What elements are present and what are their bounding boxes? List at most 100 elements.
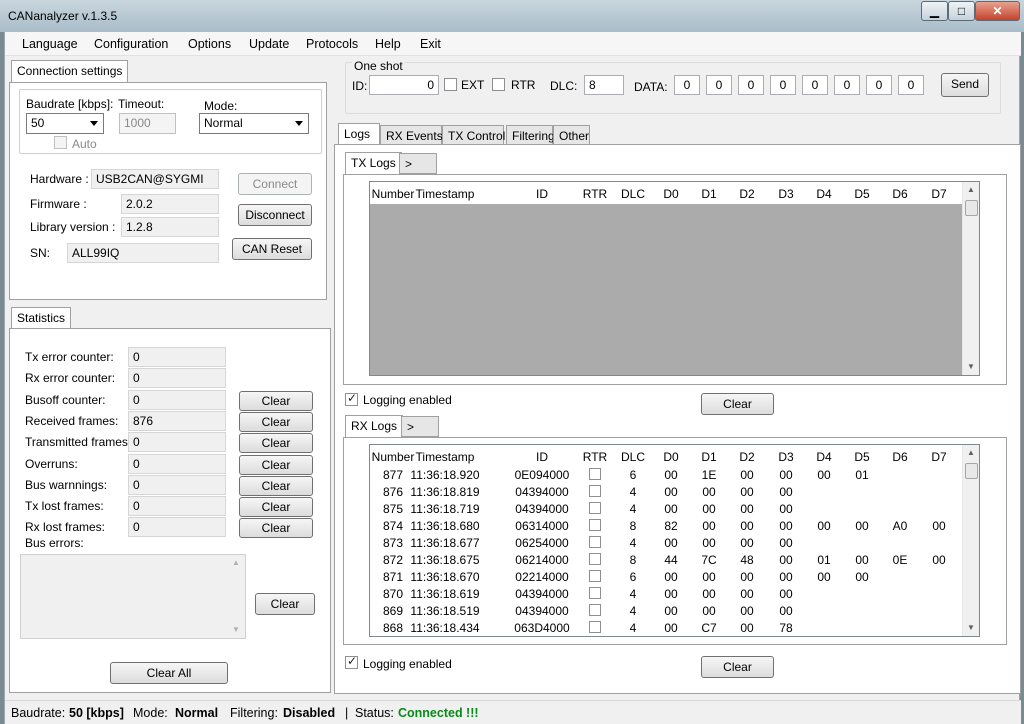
disconnect-button[interactable]: Disconnect bbox=[238, 204, 312, 226]
stat-clear-button[interactable]: Clear bbox=[239, 411, 313, 432]
close-button[interactable]: ✕ bbox=[975, 1, 1020, 21]
baudrate-value: 50 bbox=[31, 116, 45, 130]
tx-logging-checkbox[interactable] bbox=[345, 391, 358, 406]
table-row[interactable]: 869 11:36:18.519 04394000 4 00 00 00 00 bbox=[370, 603, 962, 620]
rx-logging-checkbox[interactable] bbox=[345, 654, 358, 669]
table-row[interactable]: 875 11:36:18.719 04394000 4 00 00 00 00 bbox=[370, 501, 962, 518]
id-input[interactable]: 0 bbox=[369, 75, 439, 95]
data-byte-input[interactable]: 0 bbox=[898, 75, 924, 95]
table-row[interactable]: 871 11:36:18.670 02214000 6 00 00 00 00 00 00 bbox=[370, 569, 962, 586]
stat-label: Tx error counter: bbox=[25, 350, 114, 364]
stat-value: 0 bbox=[128, 474, 226, 495]
auto-label: Auto bbox=[72, 137, 97, 151]
tab-logs[interactable]: Logs bbox=[338, 123, 380, 146]
tab-other[interactable]: Other bbox=[553, 125, 590, 146]
table-row[interactable]: 870 11:36:18.619 04394000 4 00 00 00 00 bbox=[370, 586, 962, 603]
clear-all-button[interactable]: Clear All bbox=[110, 662, 228, 684]
rx-grid-scrollbar[interactable]: ▲ ▼ bbox=[962, 445, 979, 636]
scroll-up-icon[interactable]: ▲ bbox=[963, 445, 979, 461]
tab-rx-events[interactable]: RX Events bbox=[380, 125, 443, 146]
data-byte-input[interactable]: 0 bbox=[802, 75, 828, 95]
can-reset-button[interactable]: CAN Reset bbox=[232, 238, 312, 260]
row-id: 06314000 bbox=[515, 519, 569, 533]
tab-statistics[interactable]: Statistics bbox=[11, 307, 72, 330]
tx-logs-grid[interactable]: Number Timestamp ID RTR DLC D0 D1 D2 D3 D4 D5 D6 D7 … bbox=[369, 181, 980, 376]
row-d4: 00 bbox=[817, 519, 831, 533]
row-d5: 00 bbox=[855, 570, 869, 584]
data-byte-input[interactable]: 0 bbox=[674, 75, 700, 95]
timeout-stepper[interactable]: 1000 bbox=[119, 113, 176, 134]
minimize-button[interactable]: ▁ bbox=[921, 1, 948, 21]
tab-rx-logs-more[interactable]: > bbox=[401, 416, 439, 437]
tx-clear-button[interactable]: Clear bbox=[701, 393, 774, 415]
scroll-up-icon[interactable]: ▲ bbox=[963, 182, 979, 198]
stat-clear-button[interactable]: Clear bbox=[239, 433, 313, 454]
stat-clear-button[interactable]: Clear bbox=[239, 497, 313, 518]
data-byte-input[interactable]: 0 bbox=[770, 75, 796, 95]
stat-clear-button[interactable]: Clear bbox=[239, 475, 313, 496]
table-row[interactable]: 873 11:36:18.677 06254000 4 00 00 00 00 bbox=[370, 535, 962, 552]
row-dlc: 4 bbox=[629, 621, 637, 635]
row-id: 04394000 bbox=[515, 587, 569, 601]
rx-logs-grid[interactable]: Number Timestamp ID RTR DLC D0 D1 D2 D3 D4 D5 D6 D7 … bbox=[369, 444, 980, 637]
window-title: CANanalyzer v.1.3.5 bbox=[8, 9, 118, 23]
data-byte-input[interactable]: 0 bbox=[706, 75, 732, 95]
tab-rx-logs[interactable]: RX Logs bbox=[345, 415, 404, 438]
row-ts: 11:36:18.677 bbox=[410, 536, 480, 550]
scroll-up-icon[interactable]: ▲ bbox=[228, 555, 244, 571]
menu-help[interactable]: Help bbox=[375, 37, 401, 51]
tx-logging-label: Logging enabled bbox=[363, 393, 452, 407]
stat-clear-button[interactable]: Clear bbox=[239, 518, 313, 539]
scroll-down-icon[interactable]: ▼ bbox=[963, 620, 979, 636]
tab-tx-logs-more[interactable]: > bbox=[399, 153, 437, 174]
menu-language[interactable]: Language bbox=[22, 37, 78, 51]
table-row[interactable]: 868 11:36:18.434 063D4000 4 00 C7 00 78 bbox=[370, 620, 962, 636]
stat-clear-button[interactable]: Clear bbox=[239, 390, 313, 411]
auto-checkbox[interactable] bbox=[54, 136, 67, 149]
bus-errors-scrollbar[interactable]: ▲ ▼ bbox=[228, 555, 245, 638]
row-ts: 11:36:18.434 bbox=[410, 621, 480, 635]
ext-checkbox[interactable] bbox=[444, 78, 457, 91]
stat-value: 0 bbox=[128, 496, 226, 517]
scroll-thumb[interactable] bbox=[965, 463, 978, 479]
data-byte-input[interactable]: 0 bbox=[738, 75, 764, 95]
row-id: 04394000 bbox=[515, 502, 569, 516]
sn-value: ALL99IQ bbox=[67, 243, 219, 263]
mode-select[interactable]: Normal bbox=[199, 113, 309, 134]
scroll-down-icon[interactable]: ▼ bbox=[228, 622, 244, 638]
menu-options[interactable]: Options bbox=[188, 37, 231, 51]
tab-tx-logs[interactable]: TX Logs bbox=[345, 152, 402, 175]
menu-protocols[interactable]: Protocols bbox=[306, 37, 358, 51]
dlc-stepper[interactable]: 8 bbox=[584, 75, 624, 95]
rx-clear-button[interactable]: Clear bbox=[701, 656, 774, 678]
table-row[interactable]: 877 11:36:18.920 0E094000 6 00 1E 00 00 00 01 bbox=[370, 467, 962, 484]
menu-bar: Language Configuration Options Update Pr… bbox=[5, 32, 1021, 56]
menu-exit[interactable]: Exit bbox=[420, 37, 441, 51]
table-row[interactable]: 876 11:36:18.819 04394000 4 00 00 00 00 bbox=[370, 484, 962, 501]
scroll-thumb[interactable] bbox=[965, 200, 978, 216]
firmware-value: 2.0.2 bbox=[121, 194, 219, 214]
baudrate-select[interactable]: 50 bbox=[26, 113, 104, 134]
bus-errors-list[interactable]: ▲ ▼ bbox=[20, 554, 246, 639]
data-byte-input[interactable]: 0 bbox=[834, 75, 860, 95]
menu-configuration[interactable]: Configuration bbox=[94, 37, 168, 51]
tx-col-timestamp: Timestamp bbox=[415, 187, 475, 201]
rtr-checkbox[interactable] bbox=[492, 78, 505, 91]
bus-errors-clear-button[interactable]: Clear bbox=[255, 593, 315, 615]
tab-connection-settings[interactable]: Connection settings bbox=[11, 60, 129, 83]
tx-grid-scrollbar[interactable]: ▲ ▼ bbox=[962, 182, 979, 375]
row-d2: 00 bbox=[740, 621, 754, 635]
send-button[interactable]: Send bbox=[941, 73, 989, 97]
connect-button[interactable]: Connect bbox=[238, 173, 312, 195]
menu-update[interactable]: Update bbox=[249, 37, 289, 51]
maximize-button[interactable]: □ bbox=[948, 1, 975, 21]
scroll-down-icon[interactable]: ▼ bbox=[963, 359, 979, 375]
tab-tx-control[interactable]: TX Control bbox=[442, 125, 505, 146]
tab-filtering[interactable]: Filtering bbox=[506, 125, 555, 146]
tx-col-number: Number bbox=[371, 187, 415, 201]
data-byte-input[interactable]: 0 bbox=[866, 75, 892, 95]
table-row[interactable]: 872 11:36:18.675 06214000 8 44 7C 48 00 01 00 0E 00 bbox=[370, 552, 962, 569]
table-row[interactable]: 874 11:36:18.680 06314000 8 82 00 00 00 00 00 A0 00 bbox=[370, 518, 962, 535]
stat-clear-button[interactable]: Clear bbox=[239, 454, 313, 475]
row-d2: 00 bbox=[740, 519, 754, 533]
